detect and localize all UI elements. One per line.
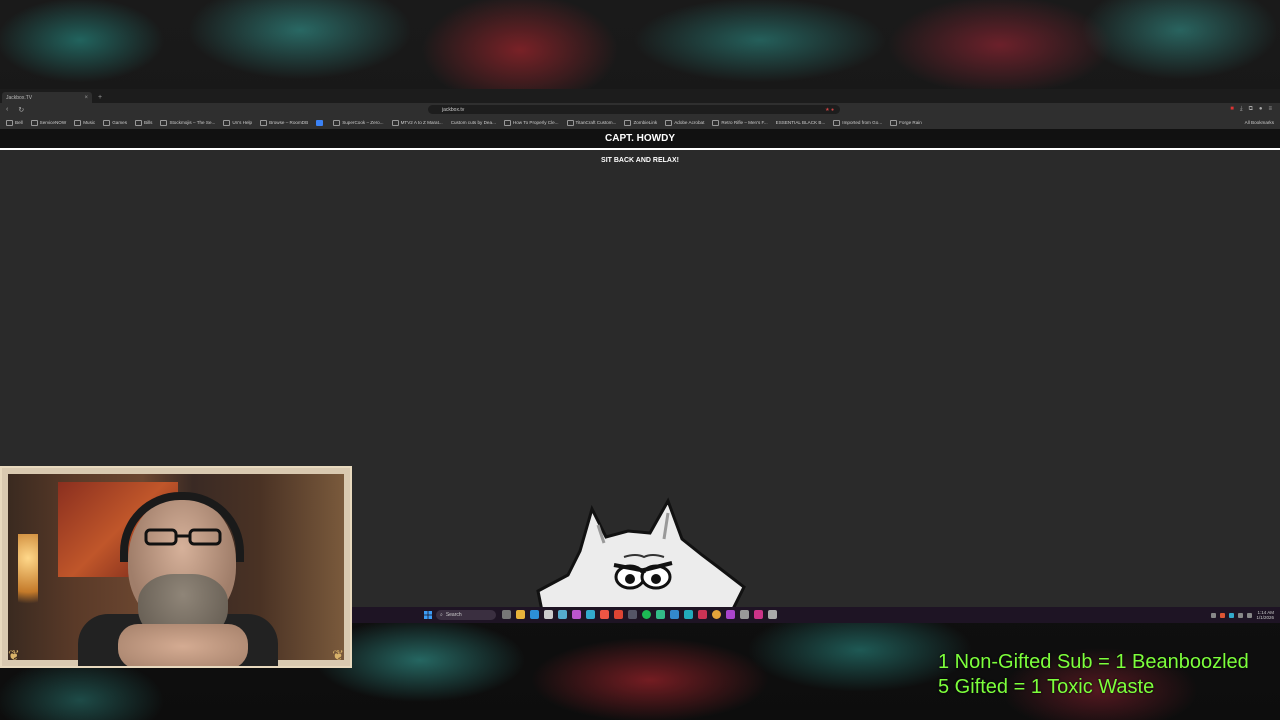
volume-icon[interactable] — [1247, 612, 1253, 618]
wifi-icon[interactable] — [1238, 612, 1244, 618]
bookmark-item[interactable]: Forge Rain — [890, 119, 922, 126]
search-label: Search — [445, 612, 462, 618]
bookmarks-bar: Bell ServiceNOW Music Games Bills Stockm… — [0, 116, 1280, 130]
extension-icons[interactable]: ★ ● — [825, 107, 834, 113]
bookmark-item[interactable]: Custom cuts by Dea... — [451, 120, 496, 125]
bookmark-item[interactable]: Imported from Go... — [833, 119, 882, 126]
streamer-hands — [118, 624, 248, 666]
tray-icon[interactable] — [1229, 612, 1235, 618]
app-icon[interactable] — [754, 610, 763, 619]
bookmark-item[interactable]: ZombieLink — [624, 119, 657, 126]
taskbar-search[interactable]: ⌕ Search — [436, 610, 496, 620]
taskbar-clock[interactable]: 1:14 AM 1/1/2026 — [1256, 610, 1274, 620]
bookmark-item[interactable]: TitanCraft Custom... — [566, 119, 616, 126]
frame-ornament-icon: ❦ — [332, 647, 344, 663]
status-message: SIT BACK AND RELAX! — [601, 157, 679, 164]
app-icon[interactable] — [544, 610, 553, 619]
browser-toolbar: ‹ ↻ jackbox.tv ★ ● ■ ⤓ ⧉ ● ≡ — [0, 103, 1280, 116]
app-icon[interactable] — [684, 610, 693, 619]
app-icon[interactable] — [572, 610, 581, 619]
tab-label: Jackbox.TV — [6, 94, 33, 101]
tray-icon[interactable] — [1220, 612, 1226, 618]
windows-taskbar: ⌕ Search 1:14 AM 1/1/2026 — [352, 607, 1280, 623]
bookmark-item[interactable]: ESSENTIAL BLACK B... — [776, 120, 826, 125]
reload-icon[interactable]: ↻ — [18, 106, 24, 114]
bookmark-item[interactable]: Browse – RoomDB — [260, 119, 308, 126]
new-tab-icon[interactable]: + — [98, 92, 102, 103]
sub-goal-line: 1 Non-Gifted Sub = 1 Beanboozled — [938, 651, 1249, 673]
sub-goals-overlay: 1 Non-Gifted Sub = 1 Beanboozled 5 Gifte… — [938, 650, 1249, 700]
spotify-icon[interactable] — [642, 610, 651, 619]
app-icon[interactable] — [586, 610, 595, 619]
app-icon[interactable] — [656, 610, 665, 619]
tray-chevron-icon[interactable] — [1211, 612, 1217, 618]
mascot-image — [536, 497, 746, 607]
app-icon[interactable] — [614, 610, 623, 619]
toolbar-icons: ■ ⤓ ⧉ ● ≡ — [1230, 106, 1272, 113]
glasses — [144, 528, 222, 546]
app-icon[interactable] — [698, 610, 707, 619]
candle-light — [18, 534, 38, 614]
bookmark-item[interactable]: Adobe Acrobat — [665, 119, 704, 126]
bookmark-item[interactable]: Un's Help — [223, 119, 252, 126]
windows-start-icon[interactable] — [424, 611, 432, 619]
taskbar-apps — [502, 610, 777, 619]
webcam-feed: ❦ ❦ — [0, 466, 352, 668]
bookmark-item[interactable]: Bell — [6, 119, 23, 126]
search-icon: ⌕ — [440, 612, 443, 618]
back-icon[interactable]: ‹ — [6, 106, 8, 113]
app-icon[interactable] — [558, 610, 567, 619]
bookmark-item[interactable]: SuperCook – Zero... — [333, 119, 384, 126]
app-icon[interactable] — [628, 610, 637, 619]
bookmark-item[interactable]: Games — [103, 119, 127, 126]
bookmark-item[interactable]: Bills — [135, 119, 152, 126]
address-bar[interactable]: jackbox.tv ★ ● — [428, 105, 840, 114]
chrome-icon[interactable] — [712, 610, 721, 619]
system-tray: 1:14 AM 1/1/2026 — [1211, 610, 1274, 620]
extensions-icon[interactable]: ⧉ — [1249, 106, 1253, 113]
app-icon[interactable] — [768, 610, 777, 619]
bookmark-item[interactable]: Music — [74, 119, 95, 126]
clock-date: 1/1/2026 — [1256, 615, 1274, 620]
bookmark-item[interactable]: Retro Rifle – Men's F... — [712, 119, 768, 126]
app-icon[interactable] — [726, 610, 735, 619]
close-tab-icon[interactable]: × — [84, 95, 88, 101]
task-view-icon[interactable] — [502, 610, 511, 619]
app-icon[interactable] — [600, 610, 609, 619]
profile-icon[interactable]: ● — [1259, 106, 1263, 113]
sub-goal-line: 5 Gifted = 1 Toxic Waste — [938, 676, 1155, 698]
all-bookmarks-link[interactable]: All Bookmarks — [1245, 120, 1274, 125]
recording-icon[interactable]: ■ — [1230, 106, 1234, 113]
tab-bar: Jackbox.TV × + — [0, 89, 1280, 103]
url-text: jackbox.tv — [442, 106, 465, 113]
browser-tab[interactable]: Jackbox.TV × — [2, 92, 92, 103]
file-explorer-icon[interactable] — [516, 610, 525, 619]
app-icon[interactable] — [670, 610, 679, 619]
player-name: CAPT. HOWDY — [0, 129, 1280, 150]
frame-ornament-icon: ❦ — [8, 647, 20, 663]
bookmark-item[interactable]: Stockmojis – The Se... — [160, 119, 215, 126]
bookmark-item[interactable]: MTV2 A to Z Marat... — [391, 119, 443, 126]
app-icon[interactable] — [740, 610, 749, 619]
bookmark-item[interactable] — [316, 119, 325, 126]
webcam-image — [8, 474, 344, 666]
bookmark-item[interactable]: How To Properly Cle... — [503, 119, 559, 126]
menu-icon[interactable]: ≡ — [1268, 106, 1272, 113]
edge-icon[interactable] — [530, 610, 539, 619]
bookmark-item[interactable]: ServiceNOW — [30, 119, 66, 126]
download-icon[interactable]: ⤓ — [1240, 106, 1243, 113]
